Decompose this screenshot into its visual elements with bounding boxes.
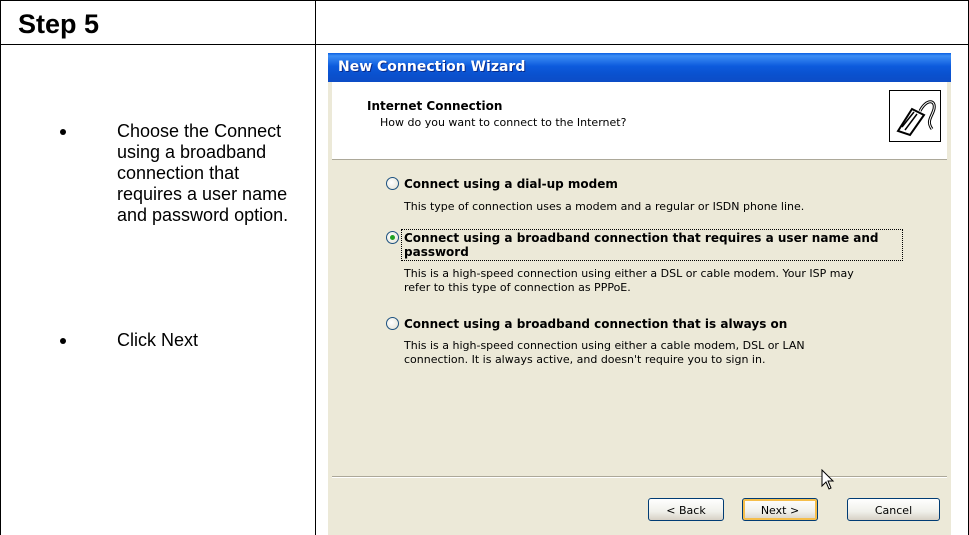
broadband-login-option-label[interactable]: Connect using a broadband connection tha… [404,231,879,245]
broadband-login-option-description-cont: refer to this type of connection as PPPo… [404,281,631,294]
broadband-always-on-option-label[interactable]: Connect using a broadband connection tha… [404,317,787,331]
network-cable-icon [889,90,941,142]
next-button[interactable]: Next > [742,498,818,521]
window-title: New Connection Wizard [338,59,526,75]
dial-up-radio[interactable] [386,177,399,190]
broadband-always-on-radio[interactable] [386,317,399,330]
wizard-header: Internet Connection How do you want to c… [332,82,947,160]
dial-up-option-description: This type of connection uses a modem and… [404,200,805,213]
button-separator [332,476,947,478]
window-titlebar[interactable]: New Connection Wizard [328,53,951,82]
table-border-top [0,0,969,1]
wizard-body: Connect using a dial-up modem This type … [332,160,947,476]
new-connection-wizard-window: New Connection Wizard Internet Connectio… [328,53,951,535]
broadband-always-on-option-description-cont: connection. It is always active, and doe… [404,353,766,366]
header-subtitle: How do you want to connect to the Intern… [380,116,627,129]
broadband-always-on-option-description: This is a high-speed connection using ei… [404,339,805,352]
table-row-divider [0,44,969,45]
broadband-login-option-description: This is a high-speed connection using ei… [404,267,854,280]
radio-selected-indicator [390,235,395,240]
mouse-pointer-icon [821,469,835,490]
back-button[interactable]: < Back [648,498,724,521]
bullet-icon [60,129,66,135]
instruction-text: Choose the Connect using a broadband con… [117,121,289,225]
instruction-text: Click Next [117,330,199,350]
table-border-middle [315,0,316,535]
cancel-button[interactable]: Cancel [847,498,940,521]
dial-up-option-label[interactable]: Connect using a dial-up modem [404,177,618,191]
bullet-icon [60,338,66,344]
step-title: Step 5 [18,9,100,39]
instruction-item: Click Next [60,330,310,360]
header-title: Internet Connection [367,99,503,113]
broadband-login-radio[interactable] [386,231,399,244]
broadband-login-option-label-cont[interactable]: password [404,245,469,259]
table-border-left [0,0,1,535]
instruction-item: Choose the Connect using a broadband con… [60,121,310,261]
